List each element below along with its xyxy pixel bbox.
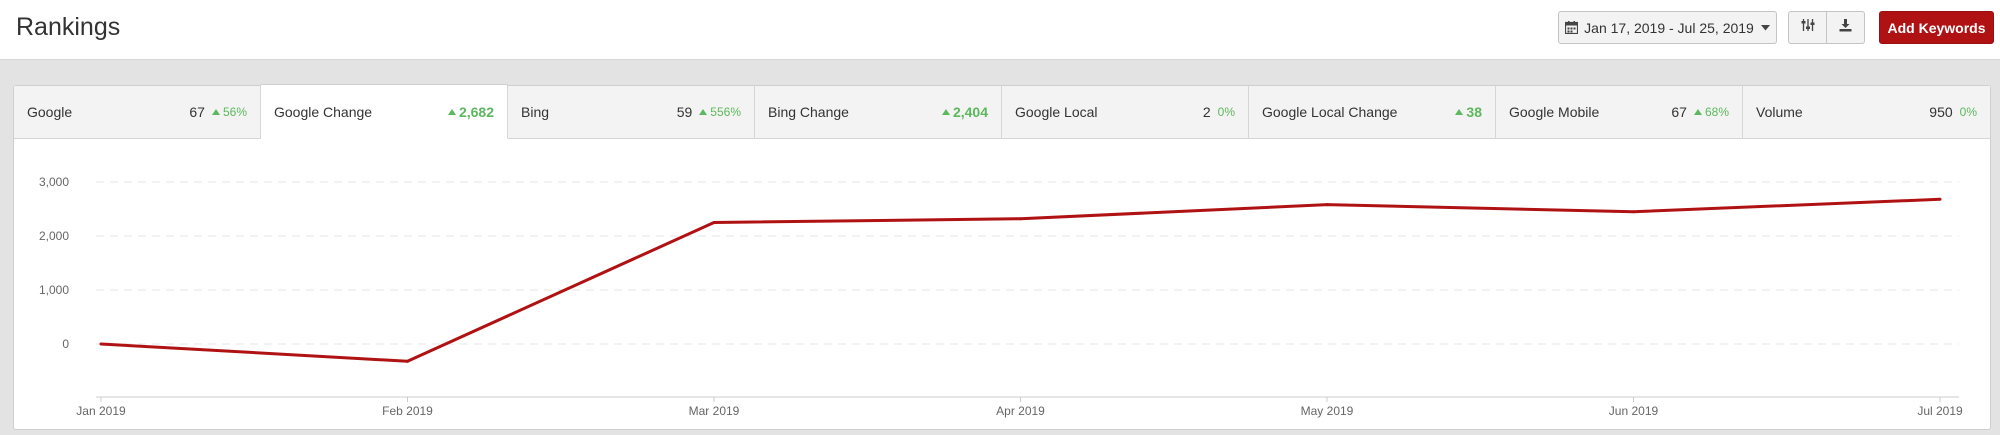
download-icon: [1839, 18, 1852, 37]
data-point[interactable]: [1325, 203, 1329, 207]
tab-google-local-change[interactable]: Google Local Change 38: [1249, 86, 1496, 139]
tab-label: Bing: [521, 104, 550, 120]
tab-google[interactable]: Google 67 56%: [14, 86, 261, 139]
tab-change-value: 0%: [1217, 105, 1235, 119]
tab-change: 0%: [1218, 105, 1235, 119]
tab-value: 2: [1202, 104, 1211, 120]
caret-up-icon: [447, 108, 456, 115]
x-tick-label: Jul 2019: [1917, 404, 1963, 418]
x-tick-label: May 2019: [1301, 404, 1354, 418]
tab-value: 59: [676, 104, 693, 120]
tab-label: Volume: [1756, 104, 1803, 120]
data-point[interactable]: [712, 221, 716, 224]
tab-value: 950: [1929, 104, 1953, 120]
caret-up-icon: [941, 109, 950, 115]
caret-down-icon: [1760, 24, 1770, 31]
tab-value: 67: [189, 104, 205, 120]
caret-up-icon: [1693, 109, 1702, 115]
date-range-picker[interactable]: Jan 17, 2019 - Jul 25, 2019: [1558, 11, 1777, 44]
caret-up-icon: [699, 109, 708, 115]
tab-change: 556%: [699, 105, 741, 119]
series-line: [100, 197, 1941, 363]
tab-label: Google: [27, 104, 73, 120]
data-point[interactable]: [1632, 210, 1635, 214]
add-keywords-button[interactable]: Add Keywords: [1879, 11, 1994, 44]
tab-change-value: 0%: [1959, 105, 1977, 119]
tab-change: 2,404: [941, 104, 988, 120]
tab-change-value: 2,404: [952, 104, 988, 120]
x-tick-label: Jan 2019: [76, 404, 126, 418]
tab-label: Google Mobile: [1509, 104, 1600, 120]
tab-change: 56%: [211, 105, 247, 119]
tab-change-value: 2,682: [458, 103, 494, 120]
y-tick-label: 0: [62, 337, 69, 351]
tab-change-value: 56%: [222, 105, 247, 119]
tab-change-value: 38: [1466, 104, 1482, 120]
data-point[interactable]: [406, 359, 409, 363]
calendar-icon: [1565, 21, 1579, 34]
tab-label: Google Local Change: [1262, 104, 1398, 120]
tab-change: 2,682: [447, 103, 494, 120]
tab-google-local[interactable]: Google Local 2 0%: [1002, 86, 1249, 139]
x-tick-label: Feb 2019: [382, 404, 433, 418]
metric-tabs: Google 67 56% Google Change 2,682 Bing 59 556% B…: [14, 84, 1990, 139]
y-tick-label: 2,000: [39, 229, 69, 243]
tab-bing[interactable]: Bing 59 556%: [508, 86, 755, 139]
x-tick-label: Apr 2019: [996, 404, 1045, 418]
rankings-panel: Google 67 56% Google Change 2,682 Bing 59 556% B…: [13, 84, 1991, 430]
tab-label: Google Change: [274, 103, 373, 120]
tab-change-value: 68%: [1704, 105, 1729, 119]
x-tick-label: Jun 2019: [1609, 404, 1659, 418]
filters-button[interactable]: [1788, 11, 1827, 44]
data-point[interactable]: [1019, 217, 1022, 221]
tab-label: Bing Change: [768, 104, 849, 120]
tab-volume[interactable]: Volume 950 0%: [1743, 86, 1990, 139]
y-tick-label: 3,000: [39, 175, 69, 189]
tab-bing-change[interactable]: Bing Change 2,404: [755, 86, 1002, 139]
top-bar: Rankings Jan 17, 2019 - Jul 25, 2019 Add…: [0, 0, 2000, 60]
tab-google-change[interactable]: Google Change 2,682: [261, 84, 508, 139]
page-title: Rankings: [16, 13, 121, 41]
y-tick-label: 1,000: [39, 283, 69, 297]
caret-up-icon: [1455, 109, 1464, 115]
data-point[interactable]: [1938, 197, 1942, 201]
tab-change: 0%: [1960, 105, 1977, 119]
download-button[interactable]: [1826, 11, 1865, 44]
data-point[interactable]: [99, 342, 103, 346]
caret-up-icon: [211, 109, 220, 115]
sliders-icon: [1801, 18, 1815, 37]
tab-label: Google Local: [1015, 104, 1098, 120]
tab-change: 68%: [1693, 105, 1729, 119]
tab-google-mobile[interactable]: Google Mobile 67 68%: [1496, 86, 1743, 139]
tab-change-value: 556%: [710, 105, 741, 119]
rankings-chart: 3,000 2,000 1,000 0 Jan 2019 Feb 2019 Mar 2019…: [39, 175, 1963, 418]
date-range-label: Jan 17, 2019 - Jul 25, 2019: [1584, 19, 1754, 36]
tab-change: 38: [1455, 104, 1482, 120]
tab-value: 67: [1671, 104, 1687, 120]
x-tick-label: Mar 2019: [689, 404, 740, 418]
